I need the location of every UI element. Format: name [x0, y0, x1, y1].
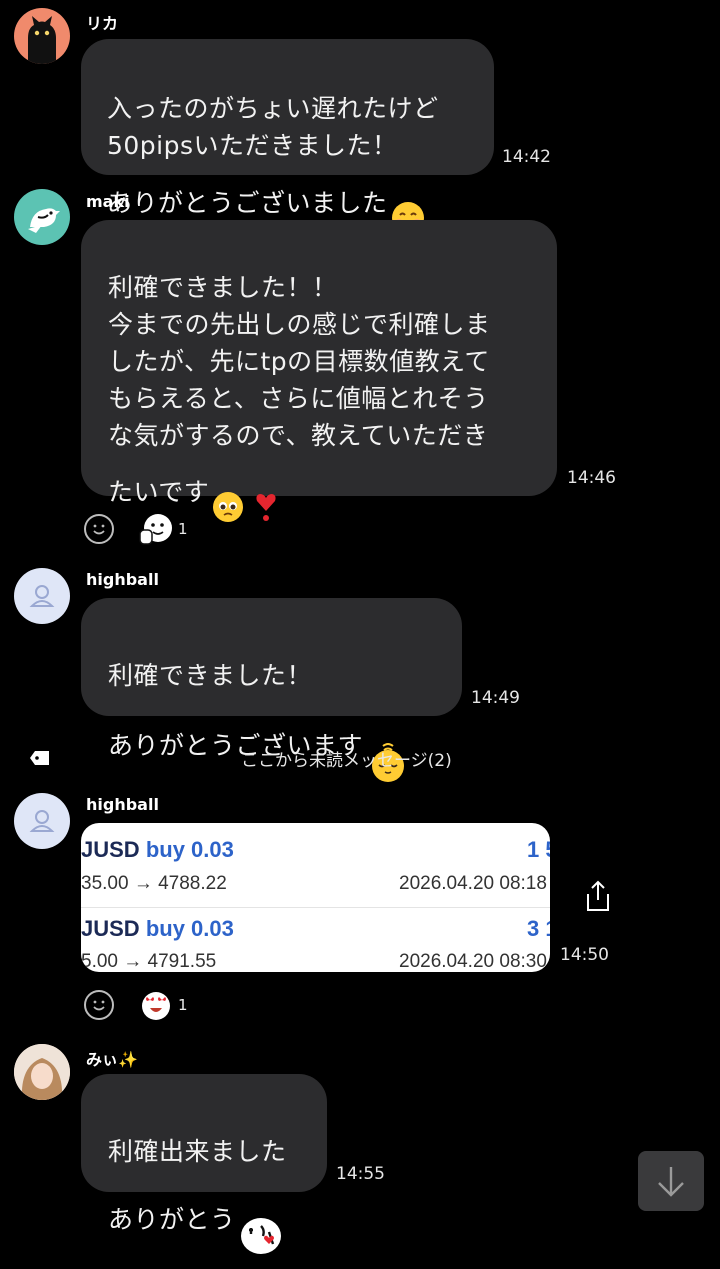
- trade-pair: JUSD: [81, 837, 140, 862]
- message-time: 14:50: [560, 945, 609, 965]
- trade-row-divider: [81, 907, 550, 908]
- message-bubble[interactable]: 利確できました！！ 今までの先出しの感じで利確しま したが、先にtpの目標数値教…: [81, 220, 557, 522]
- reaction-count: 1: [178, 520, 188, 538]
- pleading-face-emoji-icon: [212, 454, 244, 533]
- trade-pair: JUSD: [81, 916, 140, 941]
- trade-date: 2026.04.20 08:18: [399, 873, 547, 894]
- photo-avatar-icon: [14, 1044, 70, 1100]
- message-time: 14:42: [502, 147, 551, 167]
- smiley-outline-icon: [93, 1000, 105, 1011]
- message-bubble[interactable]: 利確できました！ ありがとうございます: [81, 598, 462, 782]
- sender-name: maki: [86, 192, 130, 211]
- avatar-maki[interactable]: [14, 189, 70, 245]
- reaction-heart-eyes-icon[interactable]: [140, 990, 172, 1022]
- trade-screenshot-image[interactable]: JUSD buy 0.03 1 5 35.00 → 4788.22 2026.0…: [81, 823, 550, 972]
- avatar-highball[interactable]: [14, 793, 70, 849]
- trade-row: JUSD buy 0.03: [81, 916, 234, 942]
- message-time: 14:55: [336, 1164, 385, 1184]
- reaction-count: 1: [178, 996, 188, 1014]
- sender-name: highball: [86, 570, 159, 589]
- heart-exclamation-emoji-icon: [254, 454, 278, 533]
- trade-side: buy 0.03: [145, 837, 234, 862]
- black-cat-avatar-icon: [28, 16, 56, 64]
- avatar-rika[interactable]: [14, 8, 70, 64]
- bird-avatar-icon: [28, 208, 60, 233]
- avatar-highball[interactable]: [14, 568, 70, 624]
- reaction-sticker-thumbsup-icon[interactable]: [138, 512, 174, 546]
- add-reaction-button[interactable]: [84, 514, 114, 544]
- unread-divider: ここから未読メッセージ(2): [241, 751, 452, 771]
- trade-side: buy 0.03: [145, 916, 234, 941]
- trade-profit: 1 5: [527, 837, 550, 862]
- scroll-down-button[interactable]: [638, 1151, 704, 1211]
- tag-icon: [29, 750, 51, 766]
- message-text: 入ったのがちょい遅れたけど 50pipsいただきました！ ありがとうございました: [107, 94, 439, 218]
- message-text: 利確できました！！ 今までの先出しの感じで利確しま したが、先にtpの目標数値教…: [108, 273, 491, 507]
- smiley-outline-icon: [93, 524, 105, 535]
- trade-prices: 35.00 → 4788.22: [81, 873, 227, 894]
- message-time: 14:46: [567, 468, 616, 488]
- default-user-avatar-icon: [29, 585, 55, 607]
- sender-name: みぃ✨: [86, 1050, 138, 1069]
- message-time: 14:49: [471, 688, 520, 708]
- message-bubble[interactable]: 利確出来ました ありがとう: [81, 1074, 327, 1254]
- trade-row: JUSD buy 0.03: [81, 837, 234, 863]
- bow-sticker-emoji-icon: [239, 1173, 283, 1269]
- trade-profit: 3 1: [527, 916, 550, 941]
- avatar-mii[interactable]: [14, 1044, 70, 1100]
- message-bubble[interactable]: 入ったのがちょい遅れたけど 50pipsいただきました！ ありがとうございました: [81, 39, 494, 234]
- arrow-down-icon: [658, 1167, 684, 1197]
- trade-prices: 5.00 → 4791.55: [81, 951, 217, 972]
- trade-date: 2026.04.20 08:30: [399, 951, 547, 972]
- default-user-avatar-icon: [29, 810, 55, 832]
- share-icon[interactable]: [584, 880, 612, 912]
- add-reaction-button[interactable]: [84, 990, 114, 1020]
- sender-name: highball: [86, 795, 159, 814]
- sender-name: リカ: [86, 14, 119, 33]
